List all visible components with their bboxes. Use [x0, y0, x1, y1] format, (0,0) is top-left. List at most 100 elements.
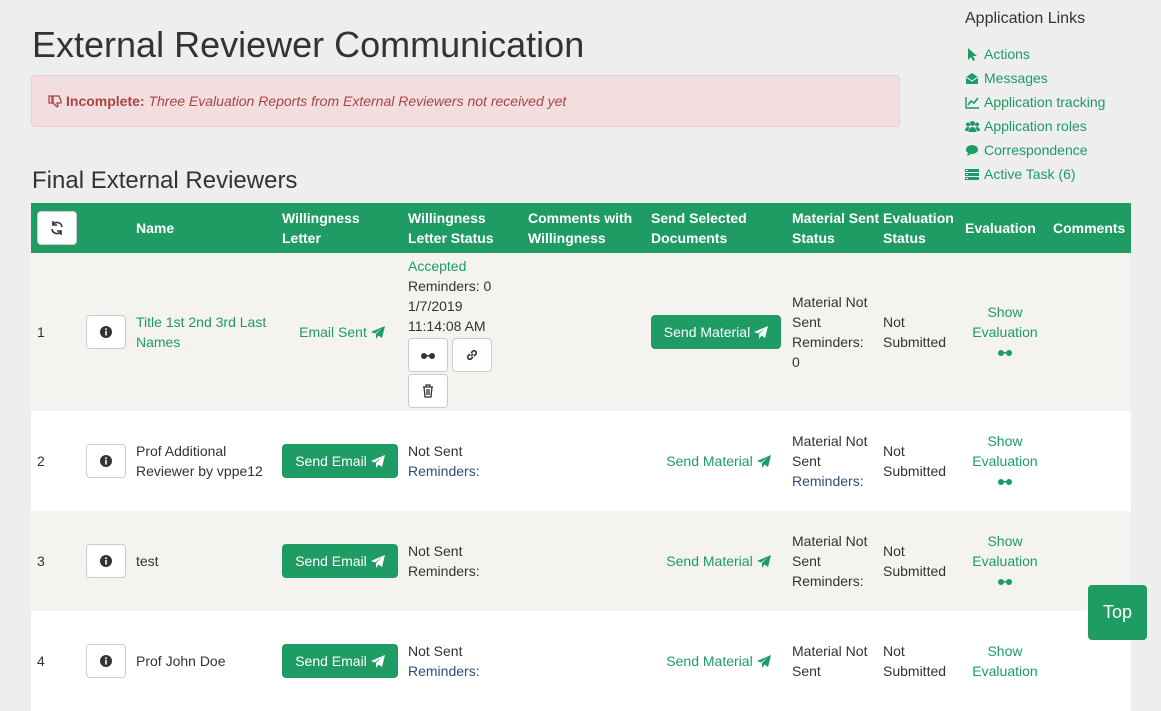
eval-status-line: Submitted — [883, 563, 947, 579]
send-material-link[interactable]: Send Material — [666, 551, 771, 571]
header-send-documents: Send Selected Documents — [651, 210, 747, 246]
link-correspondence[interactable]: Correspondence — [965, 138, 1155, 162]
show-evaluation-line: Show — [987, 304, 1023, 320]
table-header-row: Name Willingness Letter Willingness Lett… — [31, 203, 1131, 253]
users-icon — [965, 120, 980, 132]
link-active-task-label: Active Task (6) — [984, 166, 1076, 182]
show-evaluation-line: Evaluation — [972, 453, 1038, 469]
willingness-status-cell: Accepted Reminders: 0 1/7/2019 11:14:08 … — [408, 253, 524, 411]
link-active-task[interactable]: Active Task (6) — [965, 162, 1155, 186]
pointer-icon — [968, 47, 977, 61]
table-row: 2 Prof Additional Reviewer by vppe12 Sen… — [31, 411, 1131, 511]
line-chart-icon — [965, 96, 979, 109]
glasses-icon — [997, 350, 1012, 356]
chain-link-icon — [466, 349, 478, 361]
eval-status-line: Not — [883, 643, 905, 659]
status-reminders: Reminders: — [408, 563, 480, 579]
evaluation-cell: Show Evaluation — [965, 511, 1045, 611]
paper-plane-icon — [756, 654, 771, 668]
material-status-cell: Material Not Sent Reminders: — [792, 411, 880, 511]
evaluation-cell: Show Evaluation — [965, 253, 1045, 411]
info-cell — [86, 411, 126, 511]
send-email-label: Send Email — [295, 453, 367, 469]
email-sent-link[interactable]: Email Sent — [299, 322, 385, 342]
table-row: 4 Prof John Doe Send Email Not Sent Remi… — [31, 611, 1131, 711]
info-icon — [100, 555, 112, 567]
page-title: External Reviewer Communication — [32, 24, 585, 65]
table-row: 1 Title 1st 2nd 3rd Last Names Email Sen… — [31, 253, 1131, 411]
show-evaluation-link[interactable]: Show Evaluation — [972, 531, 1038, 591]
info-icon — [100, 455, 112, 467]
willingness-status-cell: Not Sent Reminders: — [408, 411, 524, 511]
material-reminders: Reminders: — [792, 334, 864, 350]
link-messages[interactable]: Messages — [965, 66, 1155, 90]
show-evaluation-link[interactable]: Show Evaluation — [972, 641, 1037, 681]
email-sent-label: Email Sent — [299, 324, 367, 340]
show-evaluation-line: Show — [987, 643, 1023, 659]
evaluation-status-cell: Not Submitted — [883, 511, 961, 611]
comments-icon — [966, 144, 978, 156]
send-material-label: Send Material — [663, 324, 751, 340]
show-evaluation-line: Evaluation — [972, 663, 1038, 679]
info-button[interactable] — [86, 544, 126, 578]
show-evaluation-line: Evaluation — [972, 324, 1038, 340]
show-evaluation-link[interactable]: Show Evaluation — [972, 302, 1038, 362]
reviewer-name: Prof John Doe — [136, 653, 226, 669]
link-application-tracking[interactable]: Application tracking — [965, 90, 1155, 114]
eval-status-line: Submitted — [883, 463, 947, 479]
send-material-link[interactable]: Send Material — [666, 651, 771, 671]
letter-cell: Send Email — [282, 611, 402, 711]
show-evaluation-line: Show — [987, 533, 1023, 549]
view-button[interactable] — [408, 338, 448, 372]
send-documents-cell: Send Material — [651, 253, 786, 411]
header-willingness-letter: Willingness Letter — [282, 210, 360, 246]
willingness-status-cell: Not Sent Reminders: — [408, 511, 524, 611]
link-button[interactable] — [452, 338, 492, 372]
material-status-line: Material Not — [792, 533, 868, 549]
incomplete-alert: Incomplete: Three Evaluation Reports fro… — [31, 75, 900, 127]
send-email-button[interactable]: Send Email — [282, 444, 398, 478]
send-material-link[interactable]: Send Material — [666, 451, 771, 471]
send-material-button[interactable]: Send Material — [651, 315, 781, 349]
header-evaluation-status: Evaluation Status — [883, 210, 954, 246]
send-documents-cell: Send Material — [651, 511, 786, 611]
link-actions[interactable]: Actions — [965, 42, 1155, 66]
letter-cell: Send Email — [282, 411, 402, 511]
alert-message: Three Evaluation Reports from External R… — [148, 93, 567, 109]
eval-status-line: Not — [883, 543, 905, 559]
thumbs-down-icon — [48, 95, 62, 111]
material-status-line: Material Not — [792, 294, 868, 310]
header-comments: Comments — [1053, 220, 1126, 236]
refresh-cell — [37, 203, 77, 253]
header-comments-willingness: Comments with Willingness — [528, 210, 633, 246]
send-email-button[interactable]: Send Email — [282, 644, 398, 678]
status-not-sent: Not Sent — [408, 443, 463, 459]
link-application-tracking-label: Application tracking — [984, 94, 1106, 110]
alert-label: Incomplete: — [66, 93, 145, 109]
delete-button[interactable] — [408, 374, 448, 408]
send-documents-cell: Send Material — [651, 411, 786, 511]
show-evaluation-link[interactable]: Show Evaluation — [972, 431, 1038, 491]
row-index: 4 — [37, 653, 45, 669]
send-email-button[interactable]: Send Email — [282, 544, 398, 578]
material-status-cell: Material Not Sent Reminders: — [792, 511, 880, 611]
refresh-button[interactable] — [37, 211, 77, 245]
send-material-label: Send Material — [666, 453, 753, 469]
paper-plane-icon — [756, 554, 771, 568]
link-application-roles[interactable]: Application roles — [965, 114, 1155, 138]
info-cell — [86, 511, 126, 611]
material-reminders: Reminders: — [792, 473, 864, 489]
letter-cell: Send Email — [282, 511, 402, 611]
glasses-icon — [997, 579, 1012, 585]
material-reminders: Reminders: — [792, 573, 864, 589]
back-to-top-button[interactable]: Top — [1088, 585, 1147, 640]
reviewer-name[interactable]: Title 1st 2nd 3rd Last Names — [136, 253, 276, 411]
info-button[interactable] — [86, 444, 126, 478]
header-material-status: Material Sent Status — [792, 210, 880, 246]
info-button[interactable] — [86, 644, 126, 678]
info-button[interactable] — [86, 315, 126, 349]
send-material-label: Send Material — [666, 653, 753, 669]
row-index: 1 — [37, 324, 45, 340]
eval-status-line: Submitted — [883, 663, 947, 679]
material-status-line: Sent — [792, 663, 821, 679]
